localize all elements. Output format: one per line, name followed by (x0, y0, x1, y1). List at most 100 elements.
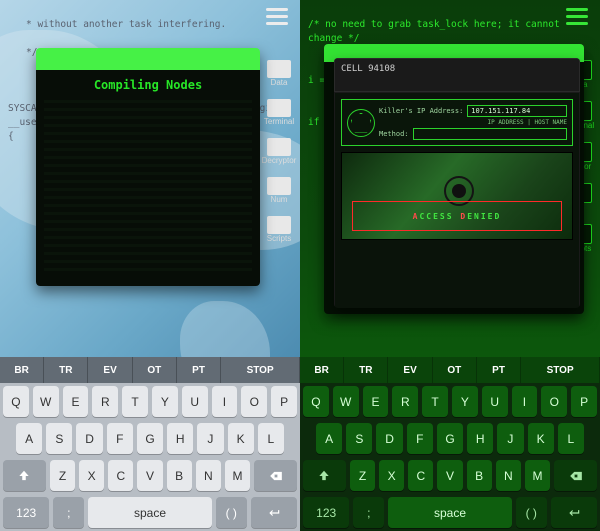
key-g[interactable]: G (437, 423, 463, 454)
key-j[interactable]: J (497, 423, 523, 454)
enter-key[interactable] (551, 497, 597, 528)
key-c[interactable]: C (108, 460, 133, 491)
key-q[interactable]: Q (3, 386, 29, 417)
key-a[interactable]: A (16, 423, 42, 454)
key-p[interactable]: P (571, 386, 597, 417)
key-e[interactable]: E (63, 386, 89, 417)
folder-num[interactable]: Num (264, 177, 294, 204)
key-j[interactable]: J (197, 423, 223, 454)
key-l[interactable]: L (558, 423, 584, 454)
backspace-key[interactable] (254, 460, 297, 491)
code-preview (44, 100, 252, 274)
key-v[interactable]: V (437, 460, 462, 491)
window-titlebar[interactable] (36, 48, 260, 70)
key-r[interactable]: R (392, 386, 418, 417)
menu-icon[interactable] (566, 8, 588, 25)
shortcut-pt[interactable]: PT (477, 357, 521, 383)
menu-icon[interactable] (266, 8, 288, 25)
key-x[interactable]: X (379, 460, 404, 491)
key-m[interactable]: M (525, 460, 550, 491)
cell-title[interactable]: CELL 94108 (334, 58, 580, 92)
key-s[interactable]: S (346, 423, 372, 454)
shortcut-ev[interactable]: EV (88, 357, 132, 383)
shortcut-stop[interactable]: STOP (521, 357, 600, 383)
shortcut-tr[interactable]: TR (44, 357, 88, 383)
key-y[interactable]: Y (152, 386, 178, 417)
key-b[interactable]: B (167, 460, 192, 491)
key-r[interactable]: R (92, 386, 118, 417)
key-x[interactable]: X (79, 460, 104, 491)
key-c[interactable]: C (408, 460, 433, 491)
shortcut-pt[interactable]: PT (177, 357, 221, 383)
space-key[interactable]: space (88, 497, 212, 528)
key-l[interactable]: L (258, 423, 284, 454)
folder-decryptor[interactable]: Decryptor (264, 138, 294, 165)
key-q[interactable]: Q (303, 386, 329, 417)
method-field[interactable] (413, 128, 567, 140)
numbers-key[interactable]: 123 (303, 497, 349, 528)
side-folders-left: Data Terminal Decryptor Num Scripts (264, 60, 294, 243)
semicolon-key[interactable]: ; (353, 497, 384, 528)
map-display[interactable]: ACCESS DENIED (341, 152, 573, 240)
key-f[interactable]: F (407, 423, 433, 454)
key-y[interactable]: Y (452, 386, 478, 417)
key-o[interactable]: O (541, 386, 567, 417)
key-g[interactable]: G (137, 423, 163, 454)
key-u[interactable]: U (482, 386, 508, 417)
shortcut-tr[interactable]: TR (344, 357, 388, 383)
numbers-key[interactable]: 123 (3, 497, 49, 528)
key-m[interactable]: M (225, 460, 250, 491)
key-z[interactable]: Z (50, 460, 75, 491)
key-d[interactable]: D (76, 423, 102, 454)
compiling-title: Compiling Nodes (44, 78, 252, 92)
key-f[interactable]: F (107, 423, 133, 454)
compiling-window[interactable]: Compiling Nodes (36, 48, 260, 286)
left-screen: * without another task interfering. */ S… (0, 0, 300, 531)
shortcut-br[interactable]: BR (0, 357, 44, 383)
keyboard-right: BR TR EV OT PT STOP QWERTYUIOP ASDFGHJKL… (300, 357, 600, 531)
folder-scripts[interactable]: Scripts (264, 216, 294, 243)
key-e[interactable]: E (363, 386, 389, 417)
backspace-key[interactable] (554, 460, 597, 491)
ip-field[interactable]: 107.151.117.84 (467, 105, 567, 117)
folder-terminal[interactable]: Terminal (264, 99, 294, 126)
space-key[interactable]: space (388, 497, 512, 528)
key-d[interactable]: D (376, 423, 402, 454)
paren-key[interactable]: ( ) (216, 497, 247, 528)
shortcut-stop[interactable]: STOP (221, 357, 300, 383)
key-n[interactable]: N (496, 460, 521, 491)
key-h[interactable]: H (167, 423, 193, 454)
folder-data[interactable]: Data (264, 60, 294, 87)
key-b[interactable]: B (467, 460, 492, 491)
key-u[interactable]: U (182, 386, 208, 417)
sheriff-badge-icon (347, 109, 375, 137)
shift-key[interactable] (303, 460, 346, 491)
key-z[interactable]: Z (350, 460, 375, 491)
cell-window[interactable]: CELL 94108 Killer's IP Address:107.151.1… (334, 58, 580, 308)
key-i[interactable]: I (512, 386, 538, 417)
key-v[interactable]: V (137, 460, 162, 491)
key-o[interactable]: O (241, 386, 267, 417)
shortcut-br[interactable]: BR (300, 357, 344, 383)
key-t[interactable]: T (422, 386, 448, 417)
shortcut-ot[interactable]: OT (133, 357, 177, 383)
key-w[interactable]: W (333, 386, 359, 417)
semicolon-key[interactable]: ; (53, 497, 84, 528)
enter-key[interactable] (251, 497, 297, 528)
key-a[interactable]: A (316, 423, 342, 454)
shortcut-ot[interactable]: OT (433, 357, 477, 383)
key-n[interactable]: N (196, 460, 221, 491)
key-k[interactable]: K (228, 423, 254, 454)
key-t[interactable]: T (122, 386, 148, 417)
key-k[interactable]: K (528, 423, 554, 454)
shortcut-ev[interactable]: EV (388, 357, 432, 383)
key-s[interactable]: S (46, 423, 72, 454)
key-w[interactable]: W (33, 386, 59, 417)
ip-panel: Killer's IP Address:107.151.117.84 IP AD… (341, 99, 573, 146)
key-i[interactable]: I (212, 386, 238, 417)
ip-options[interactable]: IP ADDRESS | HOST NAME (379, 119, 567, 126)
paren-key[interactable]: ( ) (516, 497, 547, 528)
shift-key[interactable] (3, 460, 46, 491)
key-h[interactable]: H (467, 423, 493, 454)
key-p[interactable]: P (271, 386, 297, 417)
